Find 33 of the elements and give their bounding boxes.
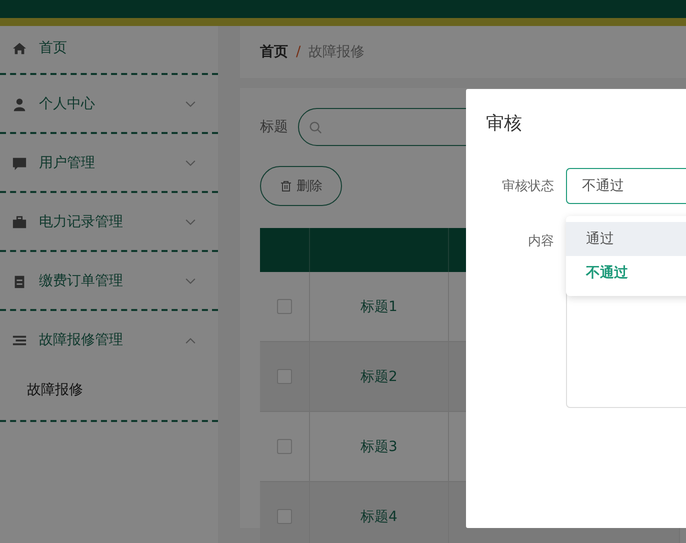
delete-button[interactable]: 删除 — [260, 166, 342, 206]
table-cell: 标题3 — [310, 412, 449, 481]
clipboard-icon — [12, 274, 27, 288]
submenu-item[interactable]: 故障报修 — [0, 368, 218, 420]
status-select[interactable]: 不通过 — [566, 168, 686, 204]
dropdown-option[interactable]: 通过 — [566, 222, 686, 256]
chat-icon — [12, 156, 27, 170]
search-icon — [309, 120, 322, 134]
briefcase-icon — [12, 214, 27, 230]
table-cell: 标题2 — [310, 342, 449, 411]
menu-item[interactable]: 电力记录管理 — [0, 193, 218, 250]
breadcrumb-separator: / — [296, 44, 301, 60]
menu-item[interactable]: 首页 — [0, 26, 218, 73]
user-icon — [12, 96, 27, 112]
field-label: 审核状态 — [501, 178, 555, 195]
menu-item[interactable]: 用户管理 — [0, 134, 218, 191]
dialog-title: 审核 — [485, 112, 523, 135]
menu-item[interactable]: 缴费订单管理 — [0, 252, 218, 309]
home-icon — [12, 40, 27, 56]
row-checkbox[interactable] — [277, 509, 292, 524]
search-label: 标题 — [260, 118, 288, 136]
row-checkbox[interactable] — [277, 439, 292, 454]
breadcrumb-current: 故障报修 — [308, 43, 365, 61]
dropdown-option[interactable]: 不通过 — [566, 256, 686, 290]
row-checkbox[interactable] — [277, 299, 292, 314]
menu-item[interactable]: 故障报修管理 — [0, 311, 218, 368]
trash-icon — [280, 180, 292, 192]
menu-item[interactable]: 个人中心 — [0, 75, 218, 132]
table-cell: 标题4 — [310, 482, 449, 543]
breadcrumb-link[interactable]: 首页 — [260, 43, 288, 61]
field-label: 内容 — [527, 233, 555, 251]
table-cell: 标题1 — [310, 272, 449, 341]
row-checkbox[interactable] — [277, 369, 292, 384]
